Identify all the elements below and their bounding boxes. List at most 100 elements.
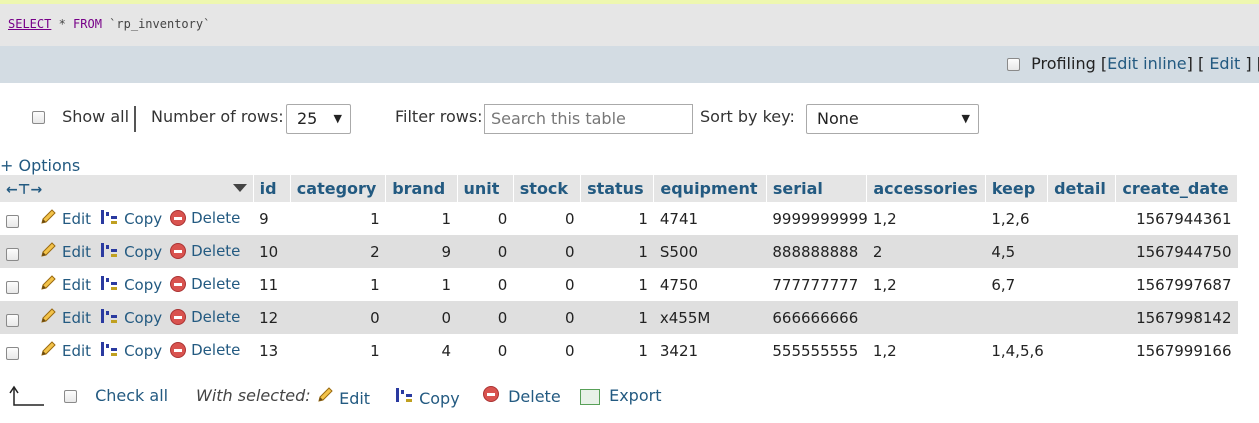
row-copy-label[interactable]: Copy — [124, 276, 162, 294]
cell-keep[interactable]: 6,7 — [985, 268, 1048, 301]
check-all-control[interactable]: Check all — [64, 386, 168, 405]
cell-serial[interactable]: 666666666 — [766, 301, 867, 334]
row-delete-button[interactable]: Delete — [170, 209, 240, 227]
cell-stock[interactable]: 0 — [513, 235, 581, 268]
bulk-edit-label[interactable]: Edit — [339, 389, 370, 408]
column-header-equipment[interactable]: equipment — [653, 175, 767, 202]
row-edit-button[interactable]: Edit — [39, 208, 91, 230]
cell-serial[interactable]: 888888888 — [766, 235, 867, 268]
cell-category[interactable]: 0 — [290, 301, 386, 334]
row-checkbox[interactable] — [6, 346, 19, 360]
column-header-detail[interactable]: detail — [1047, 175, 1117, 202]
bulk-edit-button[interactable]: Edit — [316, 386, 370, 408]
cell-unit[interactable]: 0 — [457, 268, 514, 301]
cell-serial[interactable]: 555555555 — [766, 334, 867, 367]
cell-create-date[interactable]: 1567998142 — [1115, 301, 1238, 334]
bulk-copy-label[interactable]: Copy — [419, 389, 460, 408]
profiling-checkbox[interactable] — [1007, 58, 1020, 71]
cell-equipment[interactable]: 3421 — [653, 334, 767, 367]
row-copy-button[interactable]: Copy — [99, 241, 162, 263]
sort-by-key-select[interactable]: None ▼ — [806, 104, 979, 134]
cell-brand[interactable]: 0 — [385, 301, 458, 334]
cell-create-date[interactable]: 1567997687 — [1115, 268, 1238, 301]
row-copy-button[interactable]: Copy — [99, 307, 162, 329]
row-copy-button[interactable]: Copy — [99, 208, 162, 230]
cell-id[interactable]: 13 — [253, 334, 291, 367]
number-of-rows-select[interactable]: 25 ▼ — [286, 104, 351, 134]
row-copy-label[interactable]: Copy — [124, 210, 162, 228]
row-checkbox[interactable] — [6, 247, 19, 261]
cell-brand[interactable]: 9 — [385, 235, 458, 268]
cell-serial[interactable]: 777777777 — [766, 268, 867, 301]
row-delete-label[interactable]: Delete — [191, 341, 240, 359]
row-delete-button[interactable]: Delete — [170, 308, 240, 326]
cell-detail[interactable] — [1047, 301, 1116, 334]
cell-unit[interactable]: 0 — [457, 301, 514, 334]
row-edit-button[interactable]: Edit — [39, 241, 91, 263]
cell-detail[interactable] — [1047, 268, 1116, 301]
row-checkbox[interactable] — [6, 313, 19, 327]
cell-category[interactable]: 1 — [290, 202, 386, 235]
row-copy-label[interactable]: Copy — [124, 243, 162, 261]
cell-stock[interactable]: 0 — [513, 202, 581, 235]
bulk-delete-button[interactable]: Delete — [483, 386, 561, 406]
column-arrows-icon[interactable]: ←⊤→ — [6, 182, 42, 198]
cell-id[interactable]: 11 — [253, 268, 291, 301]
row-delete-label[interactable]: Delete — [191, 308, 240, 326]
cell-id[interactable]: 9 — [253, 202, 291, 235]
column-header-stock[interactable]: stock — [513, 175, 582, 202]
table-row[interactable]: Edit Copy Delete 13 1 4 0 0 1 3421 555555555 1,2 1,4… — [0, 334, 1238, 367]
column-header-brand[interactable]: brand — [385, 175, 458, 202]
cell-keep[interactable]: 4,5 — [985, 235, 1048, 268]
sql-select-keyword[interactable]: SELECT — [8, 17, 51, 31]
cell-status[interactable]: 1 — [580, 268, 654, 301]
table-row[interactable]: Edit Copy Delete 9 1 1 0 0 1 4741 9999999999 1,2 1,2… — [0, 202, 1238, 235]
show-all-checkbox[interactable] — [32, 111, 45, 124]
row-edit-label[interactable]: Edit — [62, 210, 91, 228]
column-header-id[interactable]: id — [253, 175, 291, 202]
row-edit-button[interactable]: Edit — [39, 274, 91, 296]
bulk-export-button[interactable]: Export — [580, 386, 661, 405]
row-delete-label[interactable]: Delete — [191, 209, 240, 227]
cell-stock[interactable]: 0 — [513, 334, 581, 367]
bulk-copy-button[interactable]: Copy — [394, 386, 460, 408]
cell-detail[interactable] — [1047, 235, 1116, 268]
cell-equipment[interactable]: 4741 — [653, 202, 767, 235]
show-all-label[interactable]: Show all — [62, 107, 129, 126]
row-copy-button[interactable]: Copy — [99, 274, 162, 296]
row-edit-label[interactable]: Edit — [62, 309, 91, 327]
show-all-control[interactable]: Show all — [32, 100, 129, 134]
bulk-export-label[interactable]: Export — [609, 386, 661, 405]
cell-equipment[interactable]: S500 — [653, 235, 767, 268]
row-delete-label[interactable]: Delete — [191, 242, 240, 260]
cell-brand[interactable]: 1 — [385, 202, 458, 235]
cell-id[interactable]: 10 — [253, 235, 291, 268]
cell-stock[interactable]: 0 — [513, 268, 581, 301]
row-delete-label[interactable]: Delete — [191, 275, 240, 293]
row-checkbox[interactable] — [6, 214, 19, 228]
column-header-serial[interactable]: serial — [766, 175, 868, 202]
column-header-accessories[interactable]: accessories — [866, 175, 986, 202]
column-header-category[interactable]: category — [290, 175, 387, 202]
check-all-label[interactable]: Check all — [95, 386, 168, 405]
cell-equipment[interactable]: 4750 — [653, 268, 767, 301]
options-toggle[interactable]: + Options — [0, 156, 80, 175]
check-all-checkbox[interactable] — [64, 390, 77, 403]
cell-create-date[interactable]: 1567944361 — [1115, 202, 1238, 235]
cell-keep[interactable]: 1,4,5,6 — [985, 334, 1048, 367]
cell-equipment[interactable]: x455M — [653, 301, 767, 334]
row-edit-button[interactable]: Edit — [39, 307, 91, 329]
cell-category[interactable]: 1 — [290, 334, 386, 367]
cell-create-date[interactable]: 1567999166 — [1115, 334, 1238, 367]
cell-brand[interactable]: 1 — [385, 268, 458, 301]
row-checkbox[interactable] — [6, 280, 19, 294]
table-row[interactable]: Edit Copy Delete 12 0 0 0 0 1 x455M 666666666 15679… — [0, 301, 1238, 334]
dropdown-triangle-icon[interactable] — [232, 184, 247, 192]
cell-accessories[interactable]: 1,2 — [866, 268, 986, 301]
filter-rows-input[interactable]: Search this table — [484, 104, 693, 134]
column-header-create-date[interactable]: create_date — [1115, 175, 1238, 202]
column-header-status[interactable]: status — [580, 175, 655, 202]
cell-detail[interactable] — [1047, 202, 1116, 235]
column-header-unit[interactable]: unit — [457, 175, 514, 202]
row-copy-label[interactable]: Copy — [124, 309, 162, 327]
